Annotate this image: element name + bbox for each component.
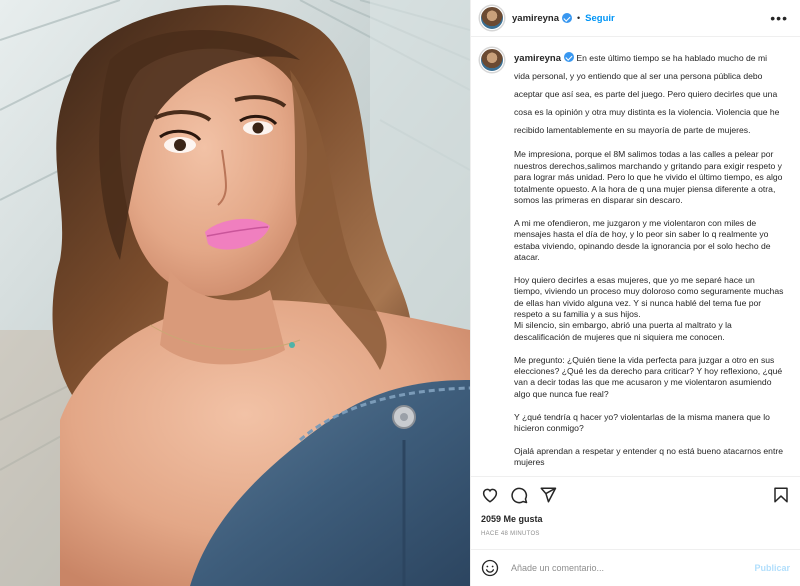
- caption-paragraph: A mi me ofendieron, me juzgaron y me vio…: [514, 217, 771, 263]
- caption-paragraph: Y ¿qué tendría q hacer yo? violentarlas …: [514, 411, 770, 434]
- likes-count[interactable]: 2059 Me gusta: [471, 512, 800, 526]
- follow-button[interactable]: Seguir: [585, 13, 615, 24]
- action-bar: [471, 476, 800, 512]
- caption-username-link[interactable]: yamireyna: [514, 53, 561, 64]
- caption-paragraph: Me pregunto: ¿Quién tiene la vida perfec…: [514, 354, 783, 399]
- instagram-post-modal: yamireyna • Seguir ••• yamireyna En este…: [0, 0, 800, 586]
- comment-icon[interactable]: [510, 486, 528, 504]
- more-options-icon[interactable]: •••: [770, 11, 788, 25]
- add-comment-bar: Publicar: [471, 549, 800, 586]
- heart-icon[interactable]: [481, 486, 499, 504]
- verified-badge-icon: [564, 52, 575, 62]
- portrait-image: [0, 0, 470, 586]
- verified-badge-icon: [562, 13, 573, 23]
- post-timestamp[interactable]: HACE 48 MINUTOS: [471, 526, 800, 549]
- caption-paragraph: Me impresiona, porque el 8M salimos toda…: [514, 149, 783, 206]
- avatar[interactable]: [480, 6, 504, 30]
- post-photo[interactable]: [0, 0, 470, 586]
- post-header: yamireyna • Seguir •••: [471, 0, 800, 37]
- emoji-icon[interactable]: [481, 559, 499, 577]
- username-link[interactable]: yamireyna: [512, 13, 559, 24]
- post-side-panel: yamireyna • Seguir ••• yamireyna En este…: [470, 0, 800, 586]
- comments-area[interactable]: yamireyna En este último tiempo se ha ha…: [471, 37, 800, 476]
- share-icon[interactable]: [539, 486, 557, 504]
- separator-dot: •: [577, 13, 581, 23]
- caption-text: En este último tiempo se ha hablado much…: [514, 53, 780, 135]
- comment-input[interactable]: [511, 563, 755, 573]
- caption: yamireyna En este último tiempo se ha ha…: [514, 48, 784, 476]
- caption-paragraph: yamireyna En este último tiempo se ha ha…: [514, 52, 780, 135]
- caption-avatar[interactable]: [480, 48, 504, 72]
- publish-button[interactable]: Publicar: [754, 563, 790, 573]
- caption-paragraph: Ojalá aprendan a respetar y entender q n…: [514, 445, 783, 468]
- caption-paragraph: Hoy quiero decirles a esas mujeres, que …: [514, 274, 784, 342]
- bookmark-icon[interactable]: [772, 486, 790, 504]
